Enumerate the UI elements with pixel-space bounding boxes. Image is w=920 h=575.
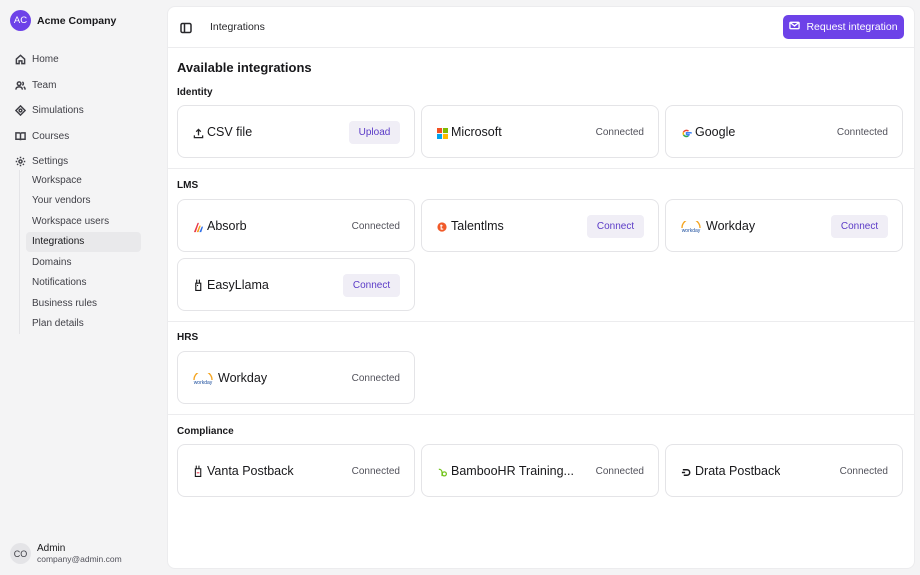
talentlms-logo-icon	[436, 221, 448, 233]
status-badge: Connected	[351, 373, 400, 384]
subnav-item-domains[interactable]: Domains	[26, 252, 141, 273]
subnav-item-notifications[interactable]: Notifications	[26, 273, 141, 294]
nav-item-simulations[interactable]: Simulations	[10, 98, 150, 124]
page-title: Available integrations	[177, 60, 312, 75]
section-label-lms: LMS	[177, 180, 199, 191]
main-panel: Integrations Request integration Availab…	[167, 6, 915, 569]
gear-icon	[15, 156, 26, 167]
mail-icon	[789, 20, 801, 34]
integration-name: Google	[695, 125, 736, 139]
integration-name: BambooHR Training...	[451, 464, 574, 478]
status-badge: Connected	[351, 466, 400, 477]
subnav-item-workspace[interactable]: Workspace	[26, 170, 141, 191]
section-divider	[168, 414, 914, 415]
workday-logo-wordmark: workday	[194, 380, 213, 385]
status-badge: Connected	[839, 466, 888, 477]
nav-item-label: Settings	[32, 156, 69, 168]
absorb-logo-icon	[192, 221, 204, 233]
section-divider	[168, 321, 914, 322]
integration-card-google: Google Conntected	[665, 105, 903, 158]
target-icon	[15, 105, 26, 117]
home-icon	[15, 54, 26, 65]
integration-name: Workday	[706, 219, 756, 233]
request-integration-button[interactable]: Request integration	[783, 15, 904, 39]
integration-name: CSV file	[207, 125, 253, 139]
drata-logo-icon	[680, 466, 692, 478]
connect-button[interactable]: Connect	[587, 215, 644, 238]
workday-logo-icon: workday	[680, 221, 702, 233]
nav-item-label: Home	[32, 54, 59, 66]
integration-name: Absorb	[207, 219, 247, 233]
integration-card-vanta: Vanta Postback Connected	[177, 444, 415, 497]
nav-item-courses[interactable]: Courses	[10, 124, 150, 150]
org-avatar: AC	[10, 10, 31, 31]
nav-item-label: Courses	[32, 130, 70, 142]
org-name: Acme Company	[37, 14, 117, 27]
upload-button[interactable]: Upload	[349, 121, 400, 144]
breadcrumb: Integrations	[210, 21, 265, 33]
integration-card-csv: CSV file Upload	[177, 105, 415, 158]
subnav-item-your-vendors[interactable]: Your vendors	[26, 191, 141, 212]
users-icon	[15, 80, 26, 91]
microsoft-logo-icon	[436, 127, 448, 139]
bamboohr-logo-icon	[436, 466, 448, 478]
subnav-item-integrations[interactable]: Integrations	[26, 231, 141, 252]
status-badge: Connected	[351, 221, 400, 232]
subnav-item-workspace-users[interactable]: Workspace users	[26, 211, 141, 232]
vanta-logo-icon	[192, 464, 204, 478]
integration-name: Talentlms	[451, 219, 504, 233]
book-icon	[15, 131, 26, 142]
integration-card-workday-lms: workday Workday Connect	[665, 199, 903, 252]
top-bar: Integrations Request integration	[168, 7, 914, 48]
nav-item-label: Team	[32, 79, 57, 91]
integration-card-drata: Drata Postback Connected	[665, 444, 903, 497]
integration-card-talentlms: Talentlms Connect	[421, 199, 659, 252]
upload-icon	[192, 127, 204, 139]
user-menu[interactable]: CO Admin company@admin.com	[10, 543, 122, 564]
integration-name: EasyLlama	[207, 278, 269, 292]
integration-card-microsoft: Microsoft Connected	[421, 105, 659, 158]
section-label-hrs: HRS	[177, 332, 199, 343]
connect-button[interactable]: Connect	[831, 215, 888, 238]
sidebar-toggle-icon[interactable]	[180, 21, 192, 34]
integration-card-workday-hrs: workday Workday Connected	[177, 351, 415, 404]
user-email: company@admin.com	[37, 554, 122, 564]
section-label-identity: Identity	[177, 87, 213, 98]
section-label-compliance: Compliance	[177, 426, 234, 437]
main-nav: Home Team Simulations Courses Settings	[10, 47, 150, 175]
connect-button[interactable]: Connect	[343, 274, 400, 297]
settings-subnav: Workspace Your vendors Workspace users I…	[19, 170, 141, 334]
integration-name: Microsoft	[451, 125, 502, 139]
request-integration-label: Request integration	[806, 21, 898, 33]
nav-item-label: Simulations	[32, 105, 84, 117]
integration-name: Vanta Postback	[207, 464, 294, 478]
integration-name: Workday	[218, 371, 268, 385]
subnav-item-business-rules[interactable]: Business rules	[26, 293, 141, 314]
integration-card-easyllama: EasyLlama Connect	[177, 258, 415, 311]
user-name: Admin	[37, 543, 66, 554]
subnav-item-plan-details[interactable]: Plan details	[26, 314, 141, 335]
status-badge: Conntected	[836, 127, 888, 138]
integration-card-bamboohr: BambooHR Training... Connected	[421, 444, 659, 497]
status-badge: Connected	[595, 127, 644, 138]
easyllama-logo-icon	[192, 278, 204, 292]
nav-item-home[interactable]: Home	[10, 47, 150, 73]
section-divider	[168, 168, 914, 169]
google-logo-icon	[680, 127, 692, 139]
sidebar: AC Acme Company Home Team Simulations Co…	[0, 0, 166, 575]
avatar: CO	[10, 543, 31, 564]
integration-card-absorb: Absorb Connected	[177, 199, 415, 252]
status-badge: Connected	[595, 466, 644, 477]
workday-logo-wordmark: workday	[682, 228, 701, 233]
workday-logo-icon: workday	[192, 373, 214, 385]
nav-item-team[interactable]: Team	[10, 73, 150, 99]
org-switcher[interactable]: AC Acme Company	[10, 10, 116, 31]
integration-name: Drata Postback	[695, 464, 781, 478]
